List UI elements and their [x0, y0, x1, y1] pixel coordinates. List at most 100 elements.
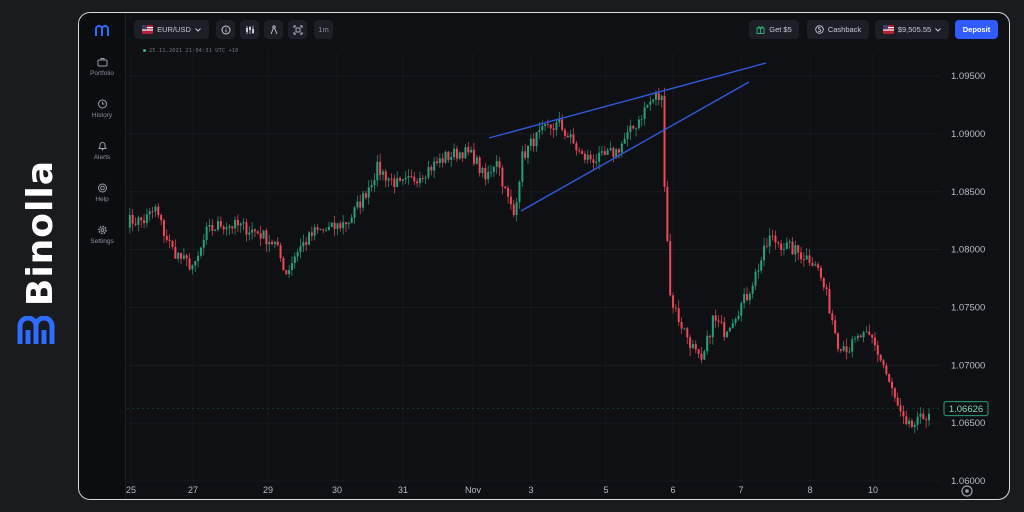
candle-body: [649, 101, 652, 105]
candle-body: [743, 294, 746, 304]
candle-body: [353, 207, 356, 218]
candle-body: [319, 229, 322, 231]
candle-body: [697, 349, 700, 354]
x-tick-label: 31: [398, 485, 408, 495]
candle-body: [399, 178, 402, 181]
candle-body: [336, 223, 339, 229]
candle-body: [763, 245, 766, 261]
candle-body: [896, 397, 899, 406]
candle-body: [888, 374, 891, 382]
candle-body: [629, 125, 632, 133]
candle-body: [444, 151, 447, 163]
candle-body: [657, 93, 660, 101]
candle-body: [615, 149, 618, 157]
candle-body: [453, 148, 456, 157]
candle-body: [734, 319, 737, 324]
candle-body: [822, 277, 825, 288]
candle-body: [481, 167, 484, 174]
app-window: Portfolio History Alerts Help Settings E…: [78, 12, 1010, 500]
candle-body: [362, 193, 365, 208]
candle-body: [811, 262, 814, 266]
candle-body: [458, 152, 461, 159]
x-tick-label: 30: [332, 485, 342, 495]
candle-body: [575, 143, 578, 151]
candle-body: [916, 416, 919, 425]
candle-body: [387, 178, 390, 181]
candle-body: [188, 258, 191, 270]
candle-body: [674, 307, 677, 309]
candle-body: [228, 226, 231, 228]
candle-body: [359, 201, 362, 208]
candle-body: [396, 178, 399, 188]
candle-body: [467, 147, 470, 153]
candle-body: [600, 151, 603, 153]
candle-body: [143, 220, 146, 224]
y-tick-label: 1.07000: [951, 360, 985, 371]
candle-body: [322, 229, 325, 231]
candle-body: [834, 320, 837, 334]
candle-body: [876, 345, 879, 355]
brand-sidebar: Binolla: [8, 160, 72, 350]
candle-body: [401, 179, 404, 181]
candle-body: [390, 178, 393, 180]
candle-body: [308, 232, 311, 245]
candle-body: [202, 239, 205, 248]
candle-body: [253, 229, 256, 232]
candle-body: [330, 222, 333, 227]
candle-body: [350, 217, 353, 224]
candle-body: [430, 167, 433, 171]
candle-body: [765, 245, 768, 247]
candle-body: [441, 158, 444, 163]
candle-body: [379, 161, 382, 175]
candle-body: [595, 161, 598, 163]
candle-body: [583, 153, 586, 160]
candle-body: [618, 149, 621, 153]
y-tick-label: 1.09500: [951, 71, 985, 82]
candle-body: [666, 186, 669, 241]
price-chart[interactable]: 1.09500 1.09000 1.08500 1.08000 1.07500 1.070…: [79, 13, 1009, 499]
candle-body: [598, 152, 601, 162]
candle-body: [265, 230, 268, 245]
candle-body: [504, 186, 507, 189]
candle-body: [157, 206, 160, 215]
candle-body: [726, 331, 729, 338]
candle-body: [928, 413, 930, 421]
candle-body: [381, 171, 384, 175]
candle-body: [529, 138, 532, 146]
candle-body: [427, 167, 430, 178]
candle-body: [370, 185, 373, 188]
candle-body: [208, 225, 211, 227]
candle-body: [913, 424, 916, 427]
candle-body: [268, 241, 271, 245]
candle-body: [919, 413, 922, 417]
candle-body: [819, 267, 822, 278]
candle-body: [561, 119, 564, 130]
candle-body: [162, 220, 165, 236]
candle-body: [654, 93, 657, 100]
candle-body: [501, 167, 504, 187]
candle-body: [839, 349, 842, 351]
candle-body: [512, 204, 515, 215]
candle-body: [404, 177, 407, 180]
y-tick-label: 1.08500: [951, 187, 985, 198]
candle-body: [367, 187, 370, 198]
candle-body: [785, 242, 788, 250]
candle-body: [407, 176, 410, 178]
candle-body: [737, 315, 740, 320]
candle-body: [470, 149, 473, 153]
candle-body: [342, 222, 345, 229]
candle-body: [862, 332, 865, 338]
candle-body: [836, 333, 839, 350]
candle-body: [686, 328, 689, 338]
candle-body: [891, 381, 894, 389]
candle-body: [865, 331, 868, 333]
candle-body: [728, 327, 731, 332]
candle-body: [333, 222, 336, 229]
candle-body: [546, 124, 549, 125]
candle-body: [521, 151, 524, 182]
candle-body: [450, 156, 453, 160]
candle-body: [842, 346, 845, 351]
candle-body: [498, 161, 501, 168]
candle-body: [714, 315, 717, 321]
candle-body: [689, 337, 692, 349]
